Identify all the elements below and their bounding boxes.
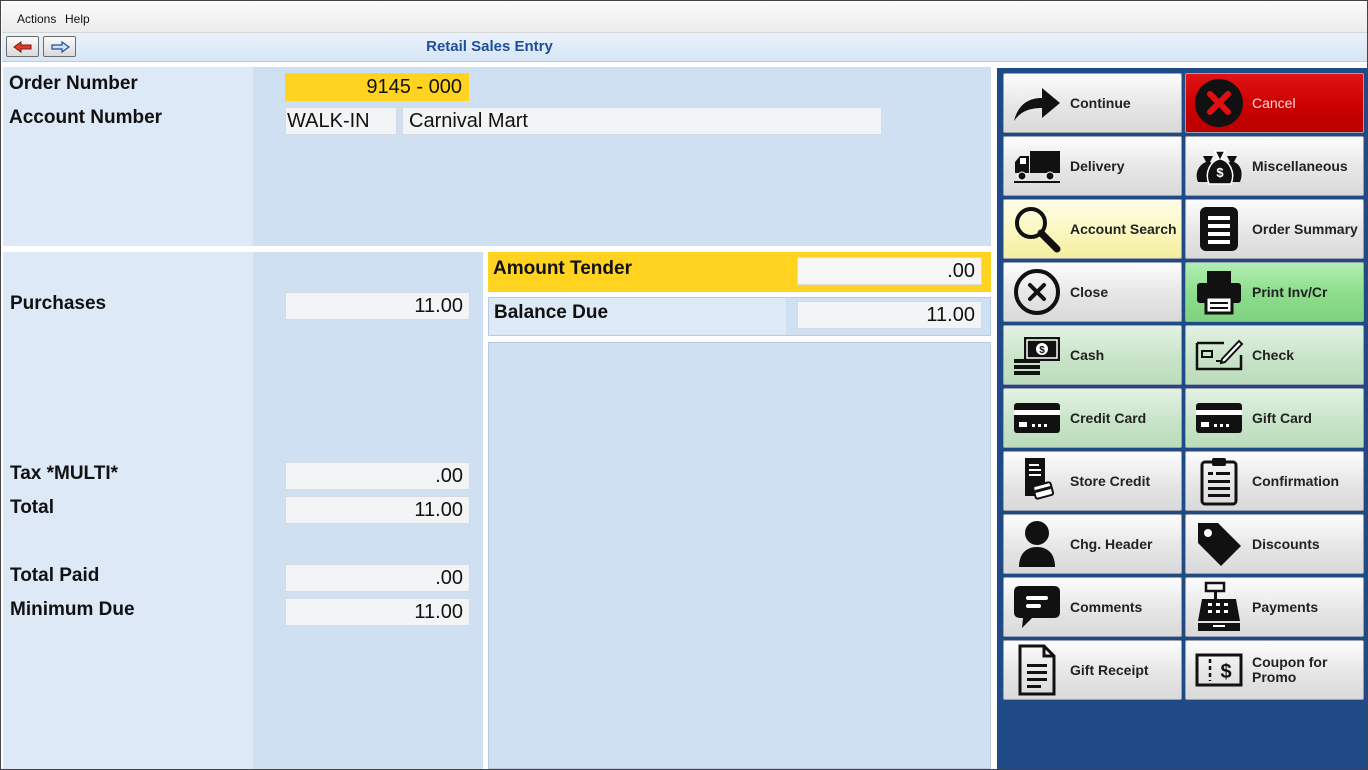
menu-help[interactable]: Help — [65, 12, 90, 26]
balance-due-label: Balance Due — [494, 302, 609, 323]
tax-label: Tax *MULTI* — [10, 463, 119, 484]
document-icon — [1018, 644, 1056, 696]
print-inv-cr-button[interactable]: Print Inv/Cr — [1185, 262, 1364, 322]
account-number-label: Account Number — [9, 107, 163, 128]
cash-icon: $ — [1014, 337, 1060, 375]
store-credit-button[interactable]: Store Credit — [1003, 451, 1182, 511]
order-number-label: Order Number — [9, 73, 138, 94]
svg-text:$: $ — [1039, 345, 1045, 356]
arrow-right-icon — [1014, 88, 1060, 121]
total-paid-label: Total Paid — [10, 565, 100, 586]
person-icon — [1019, 521, 1055, 567]
money-bags-icon: $ — [1196, 150, 1242, 185]
gift-receipt-button[interactable]: Gift Receipt — [1003, 640, 1182, 700]
magnifier-icon — [1015, 207, 1061, 253]
confirmation-button[interactable]: Confirmation — [1185, 451, 1364, 511]
account-code-field[interactable]: WALK-IN — [285, 107, 397, 135]
close-circle-icon — [1014, 269, 1060, 315]
balance-due-field: 11.00 — [797, 301, 982, 329]
x-circle-icon — [1195, 79, 1243, 127]
truck-icon — [1014, 151, 1060, 183]
svg-text:$: $ — [1220, 661, 1231, 683]
store-credit-icon — [1025, 458, 1055, 500]
order-summary-button[interactable]: Order Summary — [1185, 199, 1364, 259]
menu-actions[interactable]: Actions — [17, 12, 56, 26]
close-button[interactable]: Close — [1003, 262, 1182, 322]
purchases-label: Purchases — [10, 293, 107, 314]
clipboard-icon — [1200, 458, 1238, 506]
toolbar: Retail Sales Entry — [2, 33, 1367, 62]
minimum-due-field: 11.00 — [285, 598, 470, 626]
comments-button[interactable]: Comments — [1003, 577, 1182, 637]
credit-card-icon — [1014, 403, 1060, 433]
payments-button[interactable]: Payments — [1185, 577, 1364, 637]
coupon-for-promo-button[interactable]: $ Coupon for Promo — [1185, 640, 1364, 700]
amount-tender-input[interactable]: .00 — [797, 257, 982, 285]
delivery-button[interactable]: Delivery — [1003, 136, 1182, 196]
window-title: Retail Sales Entry — [426, 38, 553, 55]
minimum-due-label: Minimum Due — [10, 599, 135, 620]
app-window: Actions Help Retail Sales Entry Order Nu… — [0, 0, 1368, 770]
continue-button[interactable]: Continue — [1003, 73, 1182, 133]
amount-tender-label: Amount Tender — [493, 258, 632, 279]
tender-detail-panel — [488, 342, 991, 769]
total-paid-field: .00 — [285, 564, 470, 592]
speech-bubble-icon — [1014, 586, 1060, 628]
credit-card-button[interactable]: Credit Card — [1003, 388, 1182, 448]
gift-card-icon — [1196, 403, 1242, 433]
printer-icon — [1197, 271, 1241, 315]
tag-icon — [1198, 523, 1241, 566]
chg-header-button[interactable]: Chg. Header — [1003, 514, 1182, 574]
account-name-field[interactable]: Carnival Mart — [402, 107, 882, 135]
discounts-button[interactable]: Discounts — [1185, 514, 1364, 574]
cash-register-icon — [1198, 581, 1240, 631]
gift-card-button[interactable]: Gift Card — [1185, 388, 1364, 448]
miscellaneous-button[interactable]: $ Miscellaneous — [1185, 136, 1364, 196]
tax-field: .00 — [285, 462, 470, 490]
total-field: 11.00 — [285, 496, 470, 524]
list-icon — [1200, 207, 1238, 251]
check-icon — [1195, 339, 1244, 371]
menu-bar: Actions Help — [2, 2, 1367, 33]
cash-button[interactable]: $ Cash — [1003, 325, 1182, 385]
cancel-button[interactable]: Cancel — [1185, 73, 1364, 133]
purchases-field: 11.00 — [285, 292, 470, 320]
account-search-button[interactable]: Account Search — [1003, 199, 1182, 259]
check-button[interactable]: Check — [1185, 325, 1364, 385]
order-number-field[interactable]: 9145 - 000 — [285, 73, 469, 101]
svg-text:$: $ — [1216, 165, 1224, 180]
total-label: Total — [10, 497, 54, 518]
coupon-icon: $ — [1195, 653, 1243, 687]
